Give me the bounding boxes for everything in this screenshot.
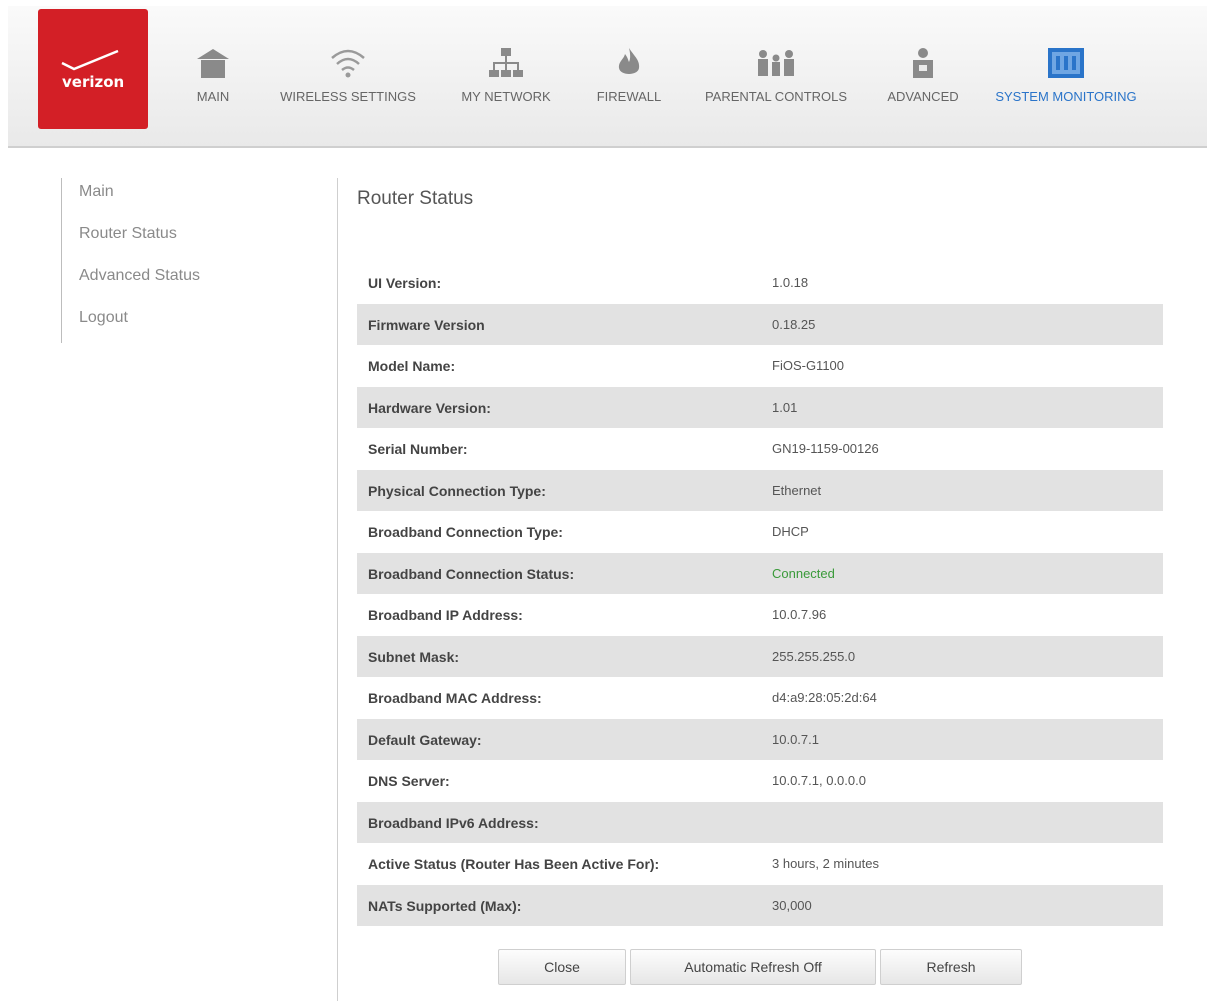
- row-label: NATs Supported (Max):: [368, 897, 522, 914]
- sidebar-item-advanced-status[interactable]: Advanced Status: [79, 267, 200, 285]
- verizon-checkmark-icon: [61, 49, 119, 71]
- nav-firewall[interactable]: FIREWALL: [591, 46, 667, 126]
- row-label: Hardware Version:: [368, 399, 491, 416]
- row-label: Model Name:: [368, 358, 456, 374]
- row-value: 10.0.7.96: [772, 607, 827, 622]
- row-value: 0.18.25: [772, 316, 816, 332]
- row-label: DNS Server:: [368, 773, 450, 789]
- nav-wireless-settings[interactable]: WIRELESS SETTINGS: [273, 46, 423, 126]
- row-value: 255.255.255.0: [772, 648, 856, 664]
- row-value: FiOS-G1100: [772, 358, 845, 373]
- advanced-user-icon: [913, 48, 933, 78]
- row-label: UI Version:: [368, 275, 442, 291]
- row-value: 1.0.18: [772, 275, 809, 290]
- table-row: Broadband IPv6 Address:: [357, 801, 1163, 843]
- page-title: Router Status: [357, 188, 474, 209]
- table-row: Broadband MAC Address: d4:a9:28:05:2d:64: [357, 677, 1163, 719]
- row-label: Default Gateway:: [368, 731, 482, 748]
- row-value: 10.0.7.1: [772, 731, 819, 747]
- row-value: 3 hours, 2 minutes: [772, 856, 879, 871]
- row-label: Broadband IP Address:: [368, 607, 523, 623]
- home-icon: [197, 49, 229, 78]
- table-row: NATs Supported (Max): 30,000: [357, 884, 1163, 926]
- refresh-button[interactable]: Refresh: [880, 949, 1022, 985]
- table-row: Broadband Connection Type: DHCP: [357, 511, 1163, 553]
- row-label: Physical Connection Type:: [368, 482, 546, 499]
- table-row: Subnet Mask: 255.255.255.0: [357, 635, 1163, 677]
- verizon-logo[interactable]: verizon: [38, 9, 148, 129]
- nav-my-network[interactable]: MY NETWORK: [453, 46, 559, 126]
- automatic-refresh-toggle-button[interactable]: Automatic Refresh Off: [630, 949, 876, 985]
- row-value: Ethernet: [772, 482, 822, 498]
- row-value: GN19-1159-00126: [772, 441, 879, 456]
- nav-label: MAIN: [196, 89, 230, 104]
- table-row: Model Name: FiOS-G1100: [357, 345, 1163, 387]
- sidebar: Main Router Status Advanced Status Logou…: [61, 178, 242, 343]
- monitor-icon: [1048, 48, 1084, 78]
- row-label: Firmware Version: [368, 316, 485, 333]
- nav-label: PARENTAL CONTROLS: [704, 89, 848, 104]
- table-row: Physical Connection Type: Ethernet: [357, 469, 1163, 511]
- nav-label: MY NETWORK: [461, 89, 551, 104]
- logo-text: verizon: [62, 73, 125, 91]
- row-value: 1.01: [772, 399, 798, 415]
- nav-system-monitoring[interactable]: SYSTEM MONITORING: [988, 46, 1144, 126]
- row-label: Active Status (Router Has Been Active Fo…: [368, 856, 660, 872]
- row-label: Subnet Mask:: [368, 648, 460, 665]
- flame-icon: [618, 48, 640, 74]
- table-row: Serial Number: GN19-1159-00126: [357, 428, 1163, 470]
- top-nav-bar: verizon MAIN WIRELESS SETTINGS MY NETWOR…: [8, 6, 1207, 148]
- family-icon: [758, 50, 794, 76]
- table-row: Default Gateway: 10.0.7.1: [357, 718, 1163, 760]
- row-value: 30,000: [772, 897, 812, 913]
- row-value: DHCP: [772, 524, 809, 539]
- row-value: d4:a9:28:05:2d:64: [772, 690, 877, 705]
- nav-label: FIREWALL: [596, 89, 662, 104]
- table-row: Active Status (Router Has Been Active Fo…: [357, 843, 1163, 885]
- network-icon: [489, 48, 523, 77]
- table-row: DNS Server: 10.0.7.1, 0.0.0.0: [357, 760, 1163, 802]
- close-button[interactable]: Close: [498, 949, 626, 985]
- nav-label: SYSTEM MONITORING: [995, 89, 1137, 104]
- nav-advanced[interactable]: ADVANCED: [881, 46, 965, 126]
- row-value: 10.0.7.1, 0.0.0.0: [772, 773, 866, 788]
- nav-label: WIRELESS SETTINGS: [280, 89, 416, 104]
- content-divider: [337, 178, 338, 1001]
- router-status-table: UI Version: 1.0.18 Firmware Version 0.18.2…: [357, 262, 1163, 926]
- sidebar-item-logout[interactable]: Logout: [79, 309, 128, 327]
- nav-main[interactable]: MAIN: [188, 46, 238, 126]
- wifi-icon: [331, 49, 365, 78]
- sidebar-item-router-status[interactable]: Router Status: [79, 225, 177, 243]
- nav-parental-controls[interactable]: PARENTAL CONTROLS: [698, 46, 854, 126]
- row-label: Broadband Connection Status:: [368, 565, 575, 582]
- row-label: Serial Number:: [368, 441, 468, 457]
- row-label: Broadband Connection Type:: [368, 524, 563, 540]
- nav-label: ADVANCED: [887, 89, 959, 104]
- table-row: Firmware Version 0.18.25: [357, 303, 1163, 345]
- connection-status-value: Connected: [772, 565, 835, 581]
- row-label: Broadband IPv6 Address:: [368, 814, 539, 831]
- table-row: UI Version: 1.0.18: [357, 262, 1163, 304]
- table-row: Hardware Version: 1.01: [357, 386, 1163, 428]
- table-row: Broadband IP Address: 10.0.7.96: [357, 594, 1163, 636]
- row-label: Broadband MAC Address:: [368, 690, 542, 706]
- table-row: Broadband Connection Status: Connected: [357, 552, 1163, 594]
- sidebar-item-main[interactable]: Main: [79, 183, 114, 201]
